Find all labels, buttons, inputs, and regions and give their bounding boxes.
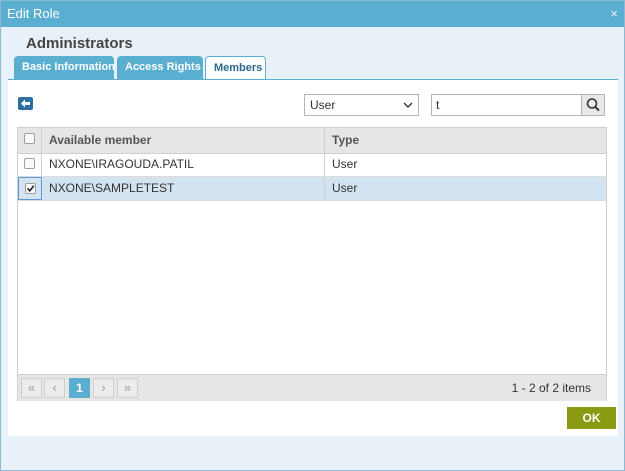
grid-header: Available member Type: [18, 128, 606, 154]
select-all-checkbox[interactable]: [24, 133, 35, 144]
tab-members[interactable]: Members: [205, 56, 266, 80]
table-row[interactable]: NXONE\SAMPLETEST User: [18, 177, 606, 201]
row-checkbox[interactable]: [24, 158, 35, 169]
row-checkbox-cell: [18, 153, 42, 176]
header-checkbox-cell: [18, 128, 42, 153]
checkmark-icon: [26, 185, 35, 192]
role-name-heading: Administrators: [26, 35, 133, 52]
next-page-button[interactable]: ›: [93, 378, 114, 398]
search-button[interactable]: [581, 94, 605, 116]
first-page-button[interactable]: «: [21, 378, 42, 398]
back-button[interactable]: [18, 97, 33, 110]
member-type-select[interactable]: User: [304, 94, 419, 116]
dialog-footer: [1, 441, 624, 470]
member-type-cell: User: [332, 181, 358, 195]
member-name-cell: NXONE\IRAGOUDA.PATIL: [42, 153, 325, 176]
dialog-titlebar[interactable]: Edit Role ×: [1, 1, 624, 27]
tab-basic-information[interactable]: Basic Information: [14, 56, 115, 79]
pager-info: 1 - 2 of 2 items: [511, 381, 591, 395]
members-grid: Available member Type NXONE\IRAGOUDA.PAT…: [17, 127, 607, 401]
member-search-input[interactable]: [431, 94, 582, 116]
row-checkbox-cell: [18, 177, 42, 200]
row-checkbox[interactable]: [25, 183, 36, 194]
member-type-value: User: [310, 98, 336, 112]
table-row[interactable]: NXONE\IRAGOUDA.PATIL User: [18, 153, 606, 177]
dialog-title: Edit Role: [7, 6, 60, 21]
chevron-down-icon: [403, 102, 413, 108]
grid-pager: « ‹ 1 › » 1 - 2 of 2 items: [18, 374, 606, 401]
edit-role-dialog: Edit Role × Administrators Basic Informa…: [0, 0, 625, 471]
magnifier-icon: [586, 98, 600, 112]
column-header-type[interactable]: Type: [325, 128, 606, 153]
ok-button[interactable]: OK: [567, 407, 616, 429]
tab-access-rights[interactable]: Access Rights: [117, 56, 203, 79]
arrow-left-icon: [21, 99, 30, 108]
member-name-cell: NXONE\SAMPLETEST: [42, 177, 325, 200]
column-header-member[interactable]: Available member: [42, 128, 325, 153]
prev-page-button[interactable]: ‹: [44, 378, 65, 398]
last-page-button[interactable]: »: [117, 378, 138, 398]
member-type-cell: User: [332, 157, 358, 171]
close-icon[interactable]: ×: [610, 6, 618, 21]
current-page-button[interactable]: 1: [69, 378, 90, 398]
